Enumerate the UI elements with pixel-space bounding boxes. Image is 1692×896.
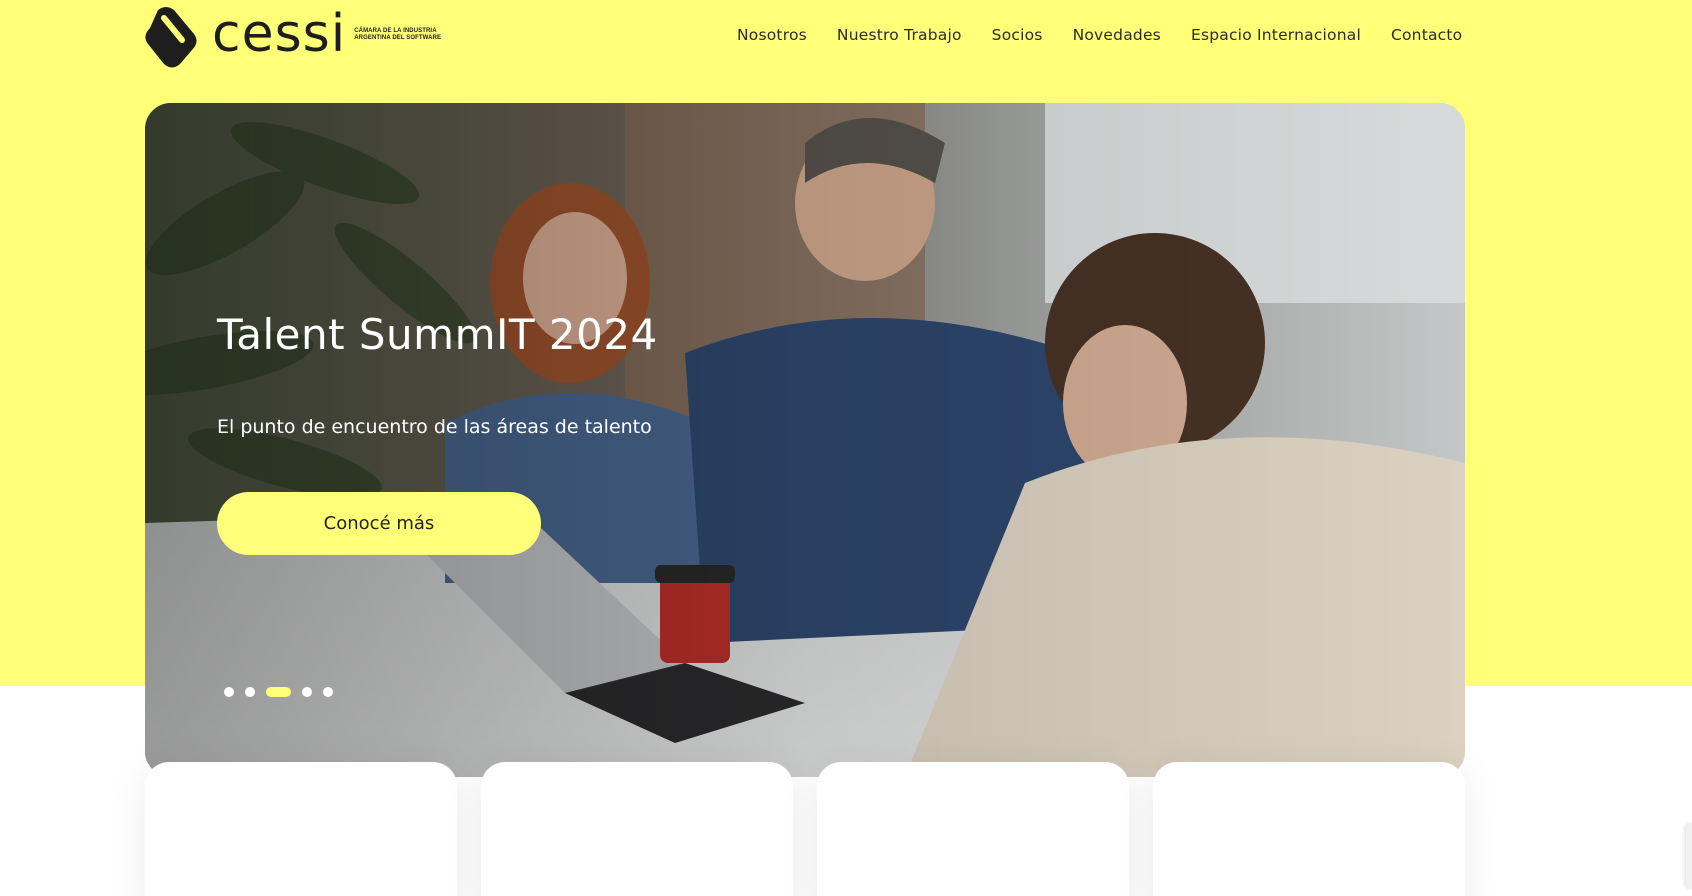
nav-item-novedades[interactable]: Novedades xyxy=(1073,26,1161,44)
learn-more-button[interactable]: Conocé más xyxy=(217,492,541,555)
slider-pagination xyxy=(224,687,333,697)
brand-subtitle-line1: CÁMARA DE LA INDUSTRIA xyxy=(354,28,437,34)
feature-card-2[interactable] xyxy=(481,762,793,896)
slide-dot-2[interactable] xyxy=(245,687,255,697)
brand-subtitle-line2: ARGENTINA DEL SOFTWARE xyxy=(354,35,442,41)
nav-item-nuestro-trabajo[interactable]: Nuestro Trabajo xyxy=(837,26,962,44)
feature-card-1[interactable] xyxy=(145,762,457,896)
cessi-logo[interactable]: cessi CÁMARA DE LA INDUSTRIA ARGENTINA D… xyxy=(144,4,441,70)
main-nav: Nosotros Nuestro Trabajo Socios Novedade… xyxy=(737,26,1462,44)
cessi-logo-mark-icon xyxy=(145,7,197,68)
page: cessi CÁMARA DE LA INDUSTRIA ARGENTINA D… xyxy=(0,0,1692,896)
slide-dot-1[interactable] xyxy=(224,687,234,697)
nav-item-socios[interactable]: Socios xyxy=(992,26,1043,44)
feature-card-3[interactable] xyxy=(817,762,1129,896)
slide-dot-5[interactable] xyxy=(323,687,333,697)
hero-title: Talent SummIT 2024 xyxy=(217,310,658,359)
hero-subtitle: El punto de encuentro de las áreas de ta… xyxy=(217,416,652,438)
hero-slider: Talent SummIT 2024 El punto de encuentro… xyxy=(145,103,1465,777)
nav-item-nosotros[interactable]: Nosotros xyxy=(737,26,807,44)
feature-card-4[interactable] xyxy=(1153,762,1465,896)
slide-dot-4[interactable] xyxy=(302,687,312,697)
slide-dot-3-active[interactable] xyxy=(266,687,291,697)
nav-item-contacto[interactable]: Contacto xyxy=(1391,26,1462,44)
site-header: cessi CÁMARA DE LA INDUSTRIA ARGENTINA D… xyxy=(0,0,1692,80)
brand-subtitle: CÁMARA DE LA INDUSTRIA ARGENTINA DEL SOF… xyxy=(354,28,441,42)
hero-photo xyxy=(145,103,1465,777)
nav-item-espacio-internacional[interactable]: Espacio Internacional xyxy=(1191,26,1361,44)
scrollbar-edge[interactable] xyxy=(1686,823,1692,889)
brand-name: cessi xyxy=(212,4,347,64)
